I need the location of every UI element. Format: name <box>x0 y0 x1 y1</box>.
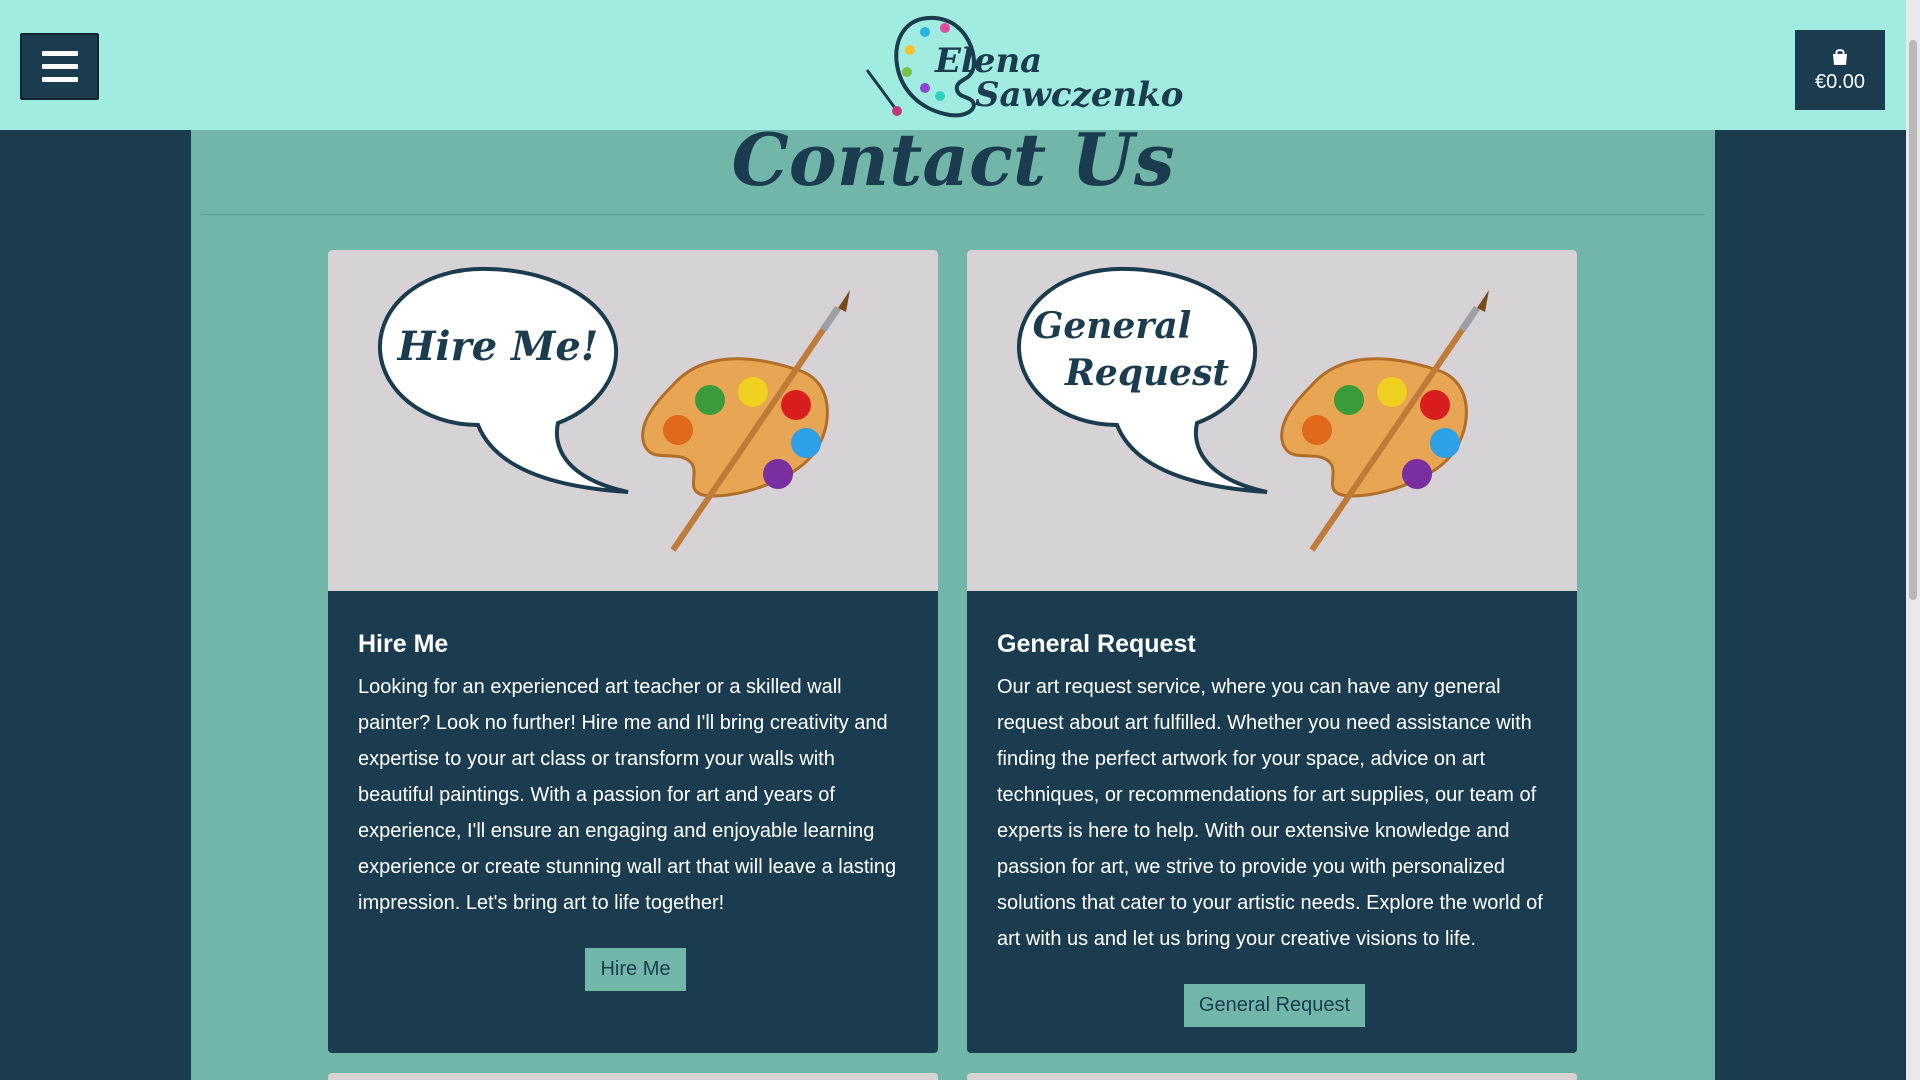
site-logo[interactable]: Elena Sawczenko <box>865 10 1183 122</box>
page-title: Contact Us <box>731 117 1175 202</box>
svg-text:General: General <box>1033 305 1192 347</box>
page-scrollbar[interactable] <box>1906 0 1920 1080</box>
cart-button[interactable]: €0.00 <box>1795 30 1885 110</box>
logo-line2: Sawczenko <box>975 75 1184 115</box>
card-description: Looking for an experienced art teacher o… <box>358 676 897 914</box>
logo-line1: Elena <box>935 41 1043 81</box>
svg-text:Hire Me!: Hire Me! <box>397 323 599 370</box>
hire-me-button[interactable]: Hire Me <box>585 948 686 991</box>
main-content: Contact Us Hire Me! Hire Me Looking for … <box>191 120 1715 1080</box>
speech-bubble-palette-icon: Hire Me! <box>377 266 850 552</box>
general-request-card-body: General Request Our art request service,… <box>997 630 1552 1027</box>
general-request-card: General Request General Request Our art … <box>967 250 1577 1053</box>
shopping-bag-icon <box>1833 48 1847 65</box>
scrollbar-thumb[interactable] <box>1909 40 1917 600</box>
site-header: Elena Sawczenko €0.00 <box>0 0 1906 130</box>
hire-me-card-body: Hire Me Looking for an experienced art t… <box>358 630 913 991</box>
menu-bar <box>41 51 78 56</box>
card-heading: Hire Me <box>358 630 449 658</box>
menu-bar <box>41 64 78 69</box>
title-divider <box>201 214 1705 215</box>
general-request-button[interactable]: General Request <box>1183 984 1366 1027</box>
menu-bar <box>41 77 78 82</box>
card-description: Our art request service, where you can h… <box>997 676 1543 950</box>
card-heading: General Request <box>997 630 1196 658</box>
speech-bubble-palette-icon: General Request <box>1016 266 1489 552</box>
hamburger-menu-button[interactable] <box>20 33 99 100</box>
cart-total: €0.00 <box>1814 70 1866 93</box>
svg-text:Request: Request <box>1064 352 1229 394</box>
hire-me-image: Hire Me! <box>328 250 938 591</box>
next-card <box>328 1073 938 1080</box>
general-request-image: General Request <box>967 250 1577 591</box>
next-card <box>967 1073 1577 1080</box>
hire-me-card: Hire Me! Hire Me Looking for an experien… <box>328 250 938 1053</box>
